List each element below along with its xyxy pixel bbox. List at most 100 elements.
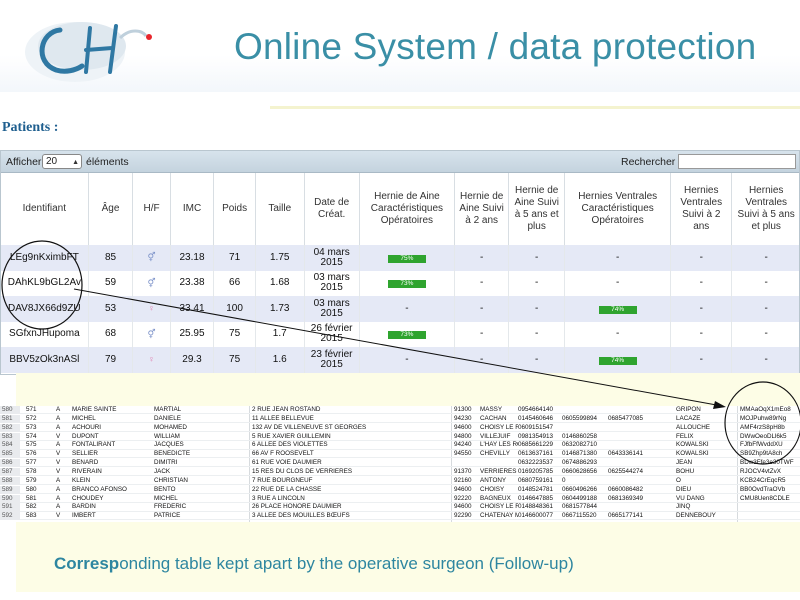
col-header-hernie-aine-5[interactable]: Hernie de Aine Suivi à 5 ans et plus — [508, 173, 566, 245]
col-header-hv-5[interactable]: Hernies Ventrales Suivi à 5 ans et plus — [731, 173, 799, 245]
sex-cell: ⚥ — [132, 321, 171, 347]
col-header-hv-op[interactable]: Hernies Ventrales Caractéristiques Opéra… — [564, 173, 672, 245]
followup-cell: RIVERAIN — [72, 467, 102, 475]
age-cell: 53 — [88, 296, 134, 322]
followup-cell: 577 — [26, 459, 37, 467]
col-header-imc[interactable]: IMC — [170, 173, 215, 245]
sex-cell: ⚥ — [132, 270, 171, 296]
followup-row: 583 574 V DUPONT WILLIAM 5 RUE XAVIER GUILLEM… — [0, 432, 800, 441]
followup-cell: BENARD — [72, 459, 99, 467]
followup-cell: 578 — [26, 467, 37, 475]
poids-cell: 71 — [213, 245, 256, 271]
table-row[interactable]: LEg9nKximbFT 85 ⚥ 23.18 71 1.75 04 mars 2015 75… — [1, 245, 799, 271]
followup-cell: 582 — [26, 503, 37, 511]
followup-cell: DWwOeoDLl6k5 — [740, 432, 787, 440]
col-header-hernie-aine-2[interactable]: Hernie de Aine Suivi à 2 ans — [454, 173, 510, 245]
followup-cell: O — [676, 476, 681, 484]
age-cell: 68 — [88, 321, 134, 347]
age-cell: 79 — [88, 347, 134, 373]
followup-cell: A — [56, 414, 61, 422]
page-length-select[interactable]: 20 ▲ — [42, 154, 82, 169]
followup-cell: 15 RES DU CLOS DE VERRIERES — [252, 467, 353, 475]
followup-cell: 91300 — [454, 406, 472, 413]
page-length-value: 20 — [46, 156, 58, 167]
col-header-sex[interactable]: H/F — [132, 173, 171, 245]
followup-cell: KOWALSKI — [676, 441, 709, 449]
col-header-age[interactable]: Âge — [88, 173, 134, 245]
followup-cell: DIMITRI — [154, 459, 178, 467]
poids-cell: 75 — [213, 321, 256, 347]
hv-5-cell: - — [731, 296, 799, 322]
table-row[interactable]: DAhKL9bGL2Av 59 ⚥ 23.38 66 1.68 03 mars 2015 73… — [1, 270, 799, 296]
followup-cell: V — [56, 450, 61, 458]
followup-row: 586 577 V BENARD DIMITRI 61 RUE VOIE DAUMIER 0… — [0, 459, 800, 468]
patient-id: DAhKL9bGL2Av — [1, 270, 89, 296]
followup-cell: 580 — [26, 485, 37, 493]
followup-cell: 26 PLACE HONORE DAUMIER — [252, 503, 342, 511]
search-label: Rechercher : — [621, 156, 682, 168]
table-row[interactable]: DAV8JX66d9ZU 53 ♀ 33.41 100 1.73 03 mars 2015-… — [1, 296, 799, 322]
female-icon: ♀ — [148, 303, 155, 314]
followup-cell: 94240 — [454, 441, 472, 449]
followup-cell: MOJPuhw89rNg — [740, 414, 787, 422]
col-header-identifiant[interactable]: Identifiant — [1, 173, 89, 245]
followup-cell: ACHOURI — [72, 423, 102, 431]
imc-cell: 25.95 — [170, 321, 215, 347]
followup-cell: BOHU — [676, 467, 695, 475]
followup-cell: WILLIAM — [154, 432, 180, 440]
age-cell: 59 — [88, 270, 134, 296]
followup-cell: 0660496266 — [562, 485, 598, 493]
followup-cell: DANIELE — [154, 414, 181, 422]
caption: Corresponding table kept apart by the op… — [54, 554, 574, 574]
followup-cell: 0660628656 — [562, 467, 598, 475]
followup-cell: 0 — [562, 476, 566, 484]
followup-cell: 94600 — [454, 423, 472, 431]
followup-cell: 0685661229 — [518, 441, 554, 449]
followup-cell: CHOISY LE RO — [480, 423, 518, 431]
patients-heading: Patients : — [2, 120, 59, 135]
followup-cell: 581 — [26, 494, 37, 502]
followup-cell: 0680759161 — [518, 476, 554, 484]
row-number: 584 — [0, 441, 20, 450]
poids-cell: 75 — [213, 347, 256, 373]
followup-cell: 574 — [26, 432, 37, 440]
followup-cell: 5 RUE XAVIER GUILLEMIN — [252, 432, 331, 440]
followup-cell: MMAaOqX1mEo8 — [740, 406, 791, 413]
male-icon: ⚥ — [147, 252, 156, 263]
followup-cell: 0981354913 — [518, 432, 554, 440]
col-header-date[interactable]: Date de Créat. — [304, 173, 360, 245]
followup-cell: MARTIAL — [154, 406, 182, 413]
row-number: 588 — [0, 476, 20, 485]
followup-cell: A — [56, 494, 61, 502]
followup-cell: CMU8Uen8CDLE — [740, 494, 790, 502]
hv-2-cell: - — [670, 245, 733, 271]
col-header-taille[interactable]: Taille — [255, 173, 305, 245]
col-header-poids[interactable]: Poids — [213, 173, 256, 245]
followup-cell: KCB24CrEqcR5 — [740, 476, 786, 484]
sex-cell: ♀ — [132, 296, 171, 322]
caption-bold: Corresp — [54, 554, 120, 573]
col-header-hv-2[interactable]: Hernies Ventrales Suivi à 2 ans — [670, 173, 733, 245]
row-number: 587 — [0, 467, 20, 477]
search-input[interactable] — [678, 154, 796, 169]
followup-cell: 0685477085 — [608, 414, 644, 422]
followup-row: 589 580 A BRANCO AFONSO BENTO 22 RUE DE LA CH… — [0, 485, 800, 494]
followup-cell: 0604499188 — [562, 494, 598, 502]
followup-cell: 0148848361 — [518, 503, 554, 511]
table-row[interactable]: SGfxnJHupoma 68 ⚥ 25.95 75 1.7 26 février 2015… — [1, 321, 799, 347]
followup-cell: SELLIER — [72, 450, 98, 458]
followup-cell: 579 — [26, 476, 37, 484]
followup-cell: PATRICE — [154, 512, 181, 520]
hernie-aine-2-cell: - — [454, 321, 510, 347]
taille-cell: 1.75 — [255, 245, 305, 271]
followup-cell: DENNEBOUY — [676, 512, 716, 520]
col-header-hernie-aine-op[interactable]: Hernie de Aine Caractéristiques Opératoi… — [359, 173, 456, 245]
progress-bar: 74% — [598, 305, 637, 314]
table-row[interactable]: BBV5zOk3nASl 79 ♀ 29.3 75 1.6 23 février 2015-… — [1, 347, 799, 373]
followup-cell: CHRISTIAN — [154, 476, 188, 484]
followup-cell: SB9Zhp9tA8ch — [740, 450, 783, 458]
followup-cell: L'HAY LES ROS — [480, 441, 518, 449]
followup-cell: JACQUES — [154, 441, 184, 449]
followup-cell: MICHEL — [154, 494, 178, 502]
hv-op-cell: - — [564, 245, 672, 271]
